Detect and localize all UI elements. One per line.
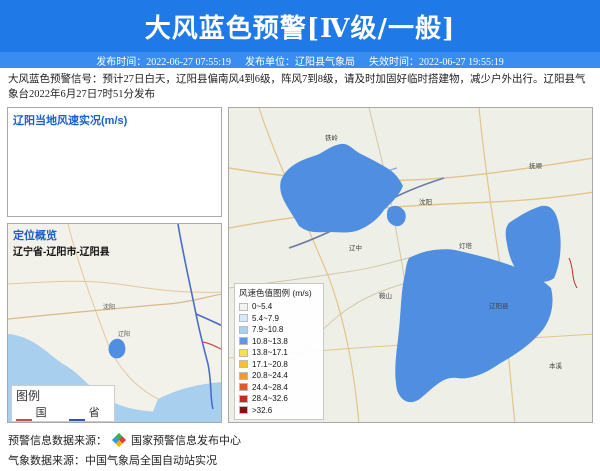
legend-items: 国界 省界 [16, 404, 110, 422]
wind-legend-label: 13.8~17.1 [252, 348, 288, 358]
location-overview-panel[interactable]: 辽阳 沈阳 定位概览 辽宁省-辽阳市-辽阳县 图例 国界 省界 [7, 223, 222, 423]
national-border-swatch [16, 419, 32, 421]
svg-text:抚顺: 抚顺 [529, 161, 543, 170]
wind-legend-label: 5.4~7.9 [252, 313, 279, 323]
publisher: 发布单位：辽阳县气象局 [245, 56, 355, 68]
wind-panel-title: 辽阳当地风速实况(m/s) [13, 115, 128, 127]
location-title: 定位概览 [13, 230, 57, 242]
warning-title: 大风蓝色预警[Ⅳ级/一般] [144, 13, 456, 44]
wind-legend-row: 7.9~10.8 [239, 324, 319, 336]
wind-legend-swatch [239, 348, 248, 357]
wind-legend-row: 13.8~17.1 [239, 347, 319, 359]
svg-text:沈阳: 沈阳 [103, 303, 115, 311]
publish-time: 发布时间：2022-06-27 07:55:19 [96, 56, 231, 68]
wind-legend-label: 7.9~10.8 [252, 325, 284, 335]
wind-speed-legend: 风速色值图例 (m/s) 0~5.4 5.4~7.9 7.9~10.8 10.8… [234, 283, 324, 420]
provincial-border-label: 省界 [88, 407, 100, 419]
wind-legend-label: 0~5.4 [252, 302, 273, 312]
wind-legend-row: 5.4~7.9 [239, 313, 319, 325]
release-center-logo-icon [111, 432, 127, 448]
location-header: 定位概览 辽宁省-辽阳市-辽阳县 [8, 224, 221, 261]
wind-legend-swatch [239, 325, 248, 334]
wind-legend-swatch [239, 371, 248, 380]
wind-legend-swatch [239, 383, 248, 392]
wind-legend-swatch [239, 302, 248, 311]
svg-text:鞍山: 鞍山 [379, 291, 392, 300]
wind-legend-title: 风速色值图例 (m/s) [239, 288, 312, 298]
wind-legend-row: >32.6 [239, 405, 319, 417]
wind-legend-swatch [239, 337, 248, 346]
wind-legend-swatch [239, 394, 248, 403]
weather-source-line: 气象数据来源：中国气象局全国自动站实况 [8, 452, 217, 468]
provincial-border-swatch [69, 419, 85, 421]
warning-source-line: 预警信息数据来源： 国家预警信息发布中心 [8, 432, 241, 448]
wind-legend-row: 0~5.4 [239, 301, 319, 313]
weather-source: 气象数据来源：中国气象局全国自动站实况 [8, 455, 217, 467]
map-legend: 图例 国界 省界 [11, 385, 115, 422]
wind-legend-label: 20.8~24.4 [252, 371, 288, 381]
warning-description: 大风蓝色预警信号：预计27日白天，辽阳县偏南风4到6级，阵风7到8级，请及时加固… [8, 74, 586, 100]
location-subtitle: 辽宁省-辽阳市-辽阳县 [13, 247, 110, 258]
wind-legend-row: 10.8~13.8 [239, 336, 319, 348]
warning-banner: 大风蓝色预警[Ⅳ级/一般] [0, 0, 600, 52]
warning-source[interactable]: 国家预警信息发布中心 [131, 432, 241, 448]
svg-text:辽阳: 辽阳 [118, 330, 130, 338]
wind-legend-row: 17.1~20.8 [239, 359, 319, 371]
warning-source-label: 预警信息数据来源： [8, 435, 107, 447]
expire-time: 失效时间：2022-06-27 19:55:19 [369, 56, 504, 68]
svg-text:沈阳: 沈阳 [419, 197, 432, 206]
svg-text:本溪: 本溪 [549, 361, 563, 370]
wind-legend-row: 20.8~24.4 [239, 370, 319, 382]
wind-legend-label: 17.1~20.8 [252, 359, 288, 369]
legend-title: 图例 [16, 389, 41, 403]
wind-legend-label: 28.4~32.6 [252, 394, 288, 404]
meta-bar: 发布时间：2022-06-27 07:55:19 发布单位：辽阳县气象局 失效时… [0, 52, 600, 68]
warning-map-panel[interactable]: 铁岭 沈阳 辽中 灯塔 抚顺 鞍山 辽阳县 本溪 风速色值图例 (m/s) 0~… [228, 107, 593, 423]
national-border-label: 国界 [35, 407, 47, 419]
wind-speed-panel: 辽阳当地风速实况(m/s) [7, 107, 222, 217]
svg-text:灯塔: 灯塔 [459, 241, 473, 250]
svg-text:辽阳县: 辽阳县 [489, 301, 509, 310]
wind-legend-label: 24.4~28.4 [252, 382, 288, 392]
svg-text:铁岭: 铁岭 [325, 133, 339, 142]
wind-legend-list: 0~5.4 5.4~7.9 7.9~10.8 10.8~13.8 13.8~17… [239, 301, 319, 416]
wind-legend-label: 10.8~13.8 [252, 336, 288, 346]
svg-text:辽中: 辽中 [349, 243, 362, 252]
wind-legend-label: >32.6 [252, 405, 273, 415]
wind-legend-swatch [239, 314, 248, 323]
wind-legend-swatch [239, 360, 248, 369]
wind-legend-row: 24.4~28.4 [239, 382, 319, 394]
wind-legend-swatch [239, 406, 248, 415]
wind-legend-row: 28.4~32.6 [239, 393, 319, 405]
